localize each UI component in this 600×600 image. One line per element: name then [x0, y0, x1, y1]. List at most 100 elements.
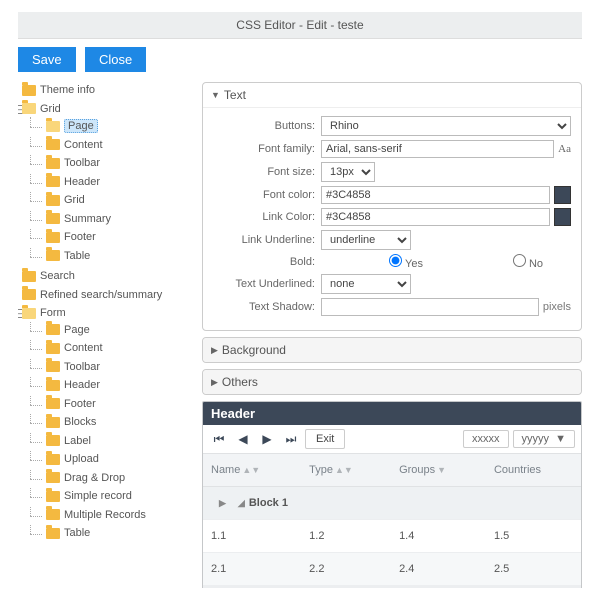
- link-underline-label: Link Underline:: [213, 234, 321, 246]
- last-icon[interactable]: ⏭: [281, 429, 301, 449]
- tree-item-grid-sub[interactable]: Grid: [46, 194, 85, 206]
- bold-no-radio[interactable]: No: [441, 254, 549, 270]
- folder-icon: [46, 232, 60, 243]
- buttons-select[interactable]: Rhino: [321, 116, 571, 136]
- tree-item[interactable]: Label: [46, 435, 91, 447]
- col-type[interactable]: Type▲▼: [301, 454, 391, 487]
- font-family-input[interactable]: [321, 140, 554, 158]
- folder-icon: [46, 361, 60, 372]
- block-row[interactable]: ▶◢Block 1: [203, 487, 581, 520]
- folder-icon: [46, 398, 60, 409]
- panel-header-text[interactable]: ▼ Text: [203, 83, 581, 108]
- folder-icon: [46, 509, 60, 520]
- tree-item[interactable]: Header: [46, 379, 100, 391]
- tree-item[interactable]: Multiple Records: [46, 509, 146, 521]
- folder-icon: [22, 103, 36, 114]
- col-countries[interactable]: Countries: [486, 454, 581, 487]
- tree-item-theme-info[interactable]: Theme info: [22, 84, 95, 96]
- filter-x[interactable]: xxxxx: [463, 430, 509, 448]
- folder-icon: [22, 85, 36, 96]
- chevron-up-icon: ◢: [238, 498, 245, 508]
- tree-item-grid[interactable]: Grid: [22, 103, 61, 115]
- table-row: 1.1 1.2 1.4 1.5: [203, 520, 581, 553]
- toolbar: Save Close: [18, 39, 582, 82]
- bold-yes-radio[interactable]: Yes: [321, 254, 429, 270]
- tree-item[interactable]: Upload: [46, 453, 99, 465]
- font-size-label: Font size:: [213, 166, 321, 178]
- text-shadow-input[interactable]: [321, 298, 539, 316]
- window-title: CSS Editor - Edit - teste: [18, 12, 582, 39]
- link-color-input[interactable]: [321, 208, 550, 226]
- folder-icon: [46, 250, 60, 261]
- text-shadow-label: Text Shadow:: [213, 301, 321, 313]
- tree-sidebar: Theme info – Grid Page Content Toolbar H…: [18, 82, 188, 588]
- tree-item[interactable]: Footer: [46, 398, 96, 410]
- folder-icon: [22, 271, 36, 282]
- tree-item-search[interactable]: Search: [22, 270, 75, 282]
- tree-item[interactable]: Blocks: [46, 416, 96, 428]
- panel-background: ▶ Background: [202, 337, 582, 363]
- font-color-label: Font color:: [213, 189, 321, 201]
- close-button[interactable]: Close: [85, 47, 146, 72]
- text-underlined-label: Text Underlined:: [213, 278, 321, 290]
- preview-table: Name▲▼ Type▲▼ Groups▼ Countries ▶◢Block …: [203, 454, 581, 588]
- table-row: 2.1 2.2 2.4 2.5: [203, 553, 581, 586]
- tree-item-page[interactable]: Page: [46, 119, 98, 133]
- prev-icon[interactable]: ◀: [233, 429, 253, 449]
- folder-icon: [46, 380, 60, 391]
- exit-button[interactable]: Exit: [305, 429, 345, 449]
- preview-header: Header: [203, 402, 581, 425]
- tree-item[interactable]: Toolbar: [46, 361, 100, 373]
- content-area: ▼ Text Buttons: Rhino Font family: Aa: [202, 82, 582, 588]
- folder-icon: [46, 158, 60, 169]
- tree-item[interactable]: Page: [46, 324, 90, 336]
- buttons-label: Buttons:: [213, 120, 321, 132]
- bold-label: Bold:: [213, 256, 321, 268]
- color-swatch[interactable]: [554, 208, 571, 226]
- tree-item-table[interactable]: Table: [46, 250, 90, 262]
- chevron-right-icon: ▶: [219, 498, 226, 508]
- text-underlined-select[interactable]: none: [321, 274, 411, 294]
- folder-icon: [46, 435, 60, 446]
- tree-item-toolbar[interactable]: Toolbar: [46, 157, 100, 169]
- font-color-input[interactable]: [321, 186, 550, 204]
- tree-item[interactable]: Table: [46, 527, 90, 539]
- preview-panel: Header ⏮ ◀ ▶ ⏭ Exit xxxxx yyyyy ▼ Name▲▼: [202, 401, 582, 588]
- col-groups[interactable]: Groups▼: [391, 454, 486, 487]
- panel-header-background[interactable]: ▶ Background: [203, 338, 581, 362]
- panel-header-others[interactable]: ▶ Others: [203, 370, 581, 394]
- tree-item[interactable]: Content: [46, 342, 103, 354]
- folder-icon: [46, 491, 60, 502]
- tree-item-form[interactable]: Form: [22, 307, 66, 319]
- folder-icon: [22, 289, 36, 300]
- first-icon[interactable]: ⏮: [209, 429, 229, 449]
- save-button[interactable]: Save: [18, 47, 76, 72]
- chevron-down-icon: ▼: [211, 90, 220, 100]
- folder-icon: [46, 343, 60, 354]
- tree-item-header[interactable]: Header: [46, 176, 100, 188]
- folder-icon: [46, 454, 60, 465]
- folder-icon: [46, 195, 60, 206]
- font-sample-icon[interactable]: Aa: [558, 143, 571, 155]
- link-underline-select[interactable]: underline: [321, 230, 411, 250]
- filter-y[interactable]: yyyyy ▼: [513, 430, 576, 448]
- tree-item[interactable]: Simple record: [46, 490, 132, 502]
- panel-text: ▼ Text Buttons: Rhino Font family: Aa: [202, 82, 582, 331]
- font-size-select[interactable]: 13px: [321, 162, 375, 182]
- chevron-right-icon: ▶: [211, 377, 218, 388]
- tree-item-summary[interactable]: Summary: [46, 213, 111, 225]
- folder-icon: [46, 472, 60, 483]
- tree-item-content[interactable]: Content: [46, 139, 103, 151]
- color-swatch[interactable]: [554, 186, 571, 204]
- folder-icon: [22, 308, 36, 319]
- next-icon[interactable]: ▶: [257, 429, 277, 449]
- font-family-label: Font family:: [213, 143, 321, 155]
- tree-item-refined[interactable]: Refined search/summary: [22, 289, 162, 301]
- folder-icon: [46, 121, 60, 132]
- tree-item-footer[interactable]: Footer: [46, 231, 96, 243]
- chevron-right-icon: ▶: [211, 345, 218, 356]
- col-name[interactable]: Name▲▼: [203, 454, 301, 487]
- pixels-unit: pixels: [543, 301, 571, 313]
- tree-item[interactable]: Drag & Drop: [46, 472, 125, 484]
- folder-icon: [46, 176, 60, 187]
